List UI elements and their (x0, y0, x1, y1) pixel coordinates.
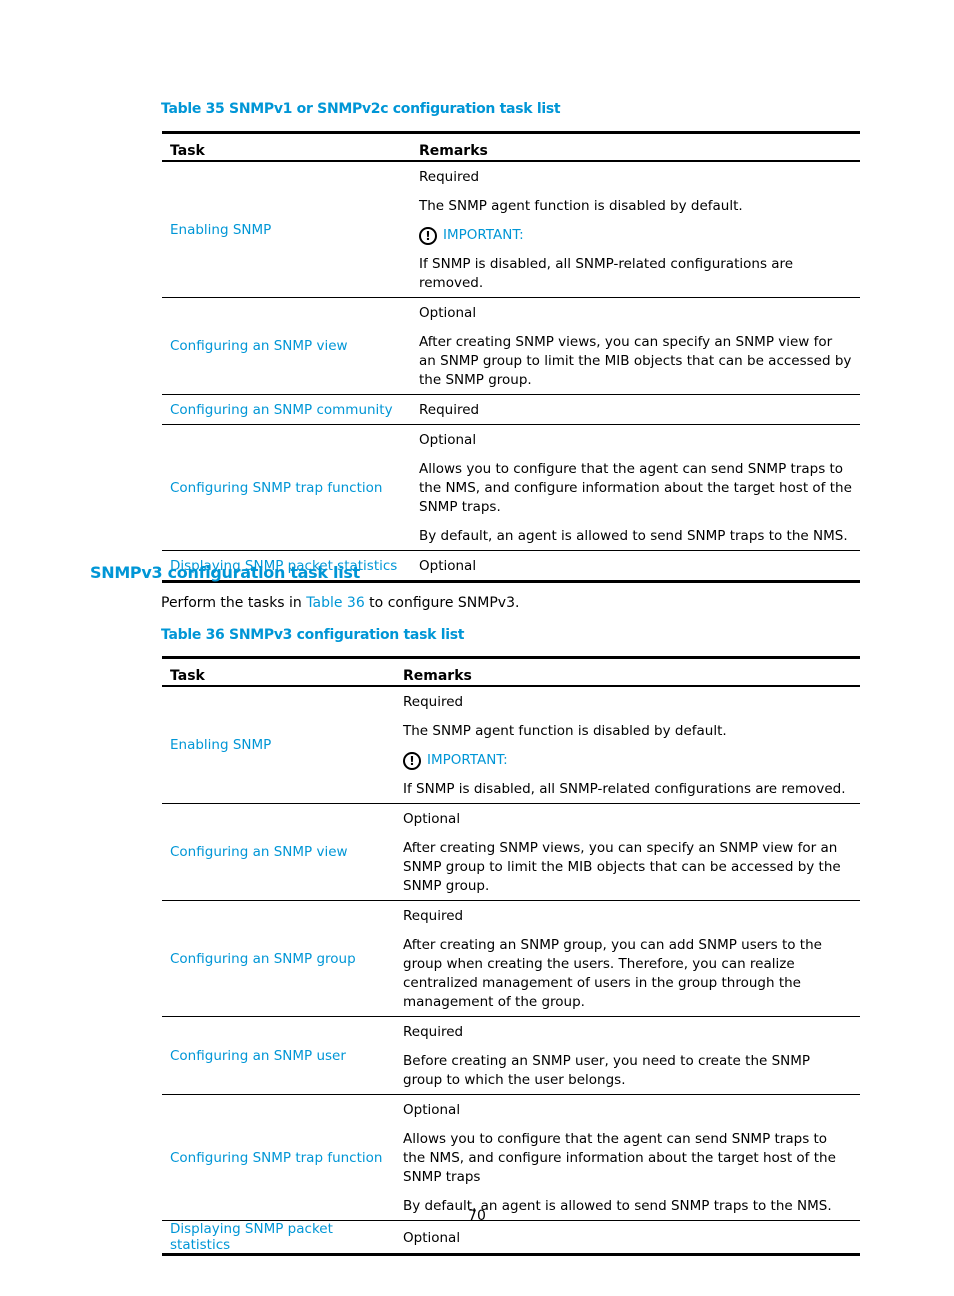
important-text: If SNMP is disabled, all SNMP-related co… (419, 256, 794, 291)
remark-text: Optional (419, 432, 477, 448)
remark-text: Required (403, 908, 464, 924)
table-row: Configuring SNMP trap function Optional … (162, 424, 860, 551)
important-label: IMPORTANT: (427, 752, 508, 768)
remark-text: Required (419, 169, 480, 185)
table-36-caption: Table 36 SNMPv3 configuration task list (161, 627, 465, 643)
important-icon: ! (403, 751, 421, 770)
table-row: Enabling SNMP Required The SNMP agent fu… (162, 161, 860, 298)
remark-text: Optional (403, 1102, 461, 1118)
task-link-snmp-view[interactable]: Configuring an SNMP view (170, 338, 348, 354)
remark-text: Optional (419, 305, 477, 321)
remark-text: Required (403, 1024, 464, 1040)
table-row: Configuring an SNMP view Optional After … (162, 803, 860, 901)
important-text: If SNMP is disabled, all SNMP-related co… (403, 781, 846, 797)
table-36: Task Remarks Enabling SNMP Required The … (162, 656, 860, 1256)
remark-text: Allows you to configure that the agent c… (419, 461, 852, 515)
task-link-snmp-trap[interactable]: Configuring SNMP trap function (170, 1150, 382, 1166)
remark-text: After creating an SNMP group, you can ad… (403, 937, 822, 1010)
header-task: Task (162, 131, 411, 162)
remark-text: Optional (419, 558, 477, 574)
remark-text: The SNMP agent function is disabled by d… (419, 198, 743, 214)
remark-text: Optional (403, 1229, 461, 1246)
paragraph-text: Perform the tasks in (161, 595, 307, 611)
header-task: Task (162, 656, 395, 687)
table-row: Configuring an SNMP view Optional After … (162, 297, 860, 395)
section-paragraph: Perform the tasks in Table 36 to configu… (161, 595, 519, 611)
important-label: IMPORTANT: (443, 227, 524, 243)
table-row: Configuring SNMP trap function Optional … (162, 1094, 860, 1221)
table-row: Displaying SNMP packet statistics Option… (162, 1220, 860, 1256)
task-link-snmp-user[interactable]: Configuring an SNMP user (170, 1048, 346, 1064)
remark-text: After creating SNMP views, you can speci… (419, 334, 852, 388)
table-row: Configuring an SNMP group Required After… (162, 900, 860, 1017)
task-link-snmp-community[interactable]: Configuring an SNMP community (170, 402, 393, 418)
section-heading: SNMPv3 configuration task list (90, 563, 360, 582)
task-link-snmp-trap[interactable]: Configuring SNMP trap function (170, 480, 382, 496)
table-36-link[interactable]: Table 36 (306, 595, 364, 611)
remark-text: After creating SNMP views, you can speci… (403, 840, 841, 894)
paragraph-text: to configure SNMPv3. (364, 595, 520, 611)
header-remarks: Remarks (411, 131, 860, 162)
table-row: Configuring an SNMP community Required (162, 394, 860, 425)
table-row: Configuring an SNMP user Required Before… (162, 1016, 860, 1095)
remark-text: Allows you to configure that the agent c… (403, 1131, 836, 1185)
remark-text: Optional (403, 811, 461, 827)
page-number: 70 (468, 1208, 486, 1224)
remark-text: Required (419, 402, 480, 418)
task-link-enabling-snmp[interactable]: Enabling SNMP (170, 737, 271, 753)
task-link-enabling-snmp[interactable]: Enabling SNMP (170, 222, 271, 238)
important-icon: ! (419, 226, 437, 245)
remark-text: By default, an agent is allowed to send … (419, 528, 848, 544)
remark-text: Before creating an SNMP user, you need t… (403, 1053, 811, 1088)
table-row: Enabling SNMP Required The SNMP agent fu… (162, 686, 860, 804)
header-remarks: Remarks (395, 656, 860, 687)
table-35-caption: Table 35 SNMPv1 or SNMPv2c configuration… (161, 101, 561, 117)
remark-text: The SNMP agent function is disabled by d… (403, 723, 727, 739)
task-link-snmp-statistics[interactable]: Displaying SNMP packet statistics (170, 1221, 333, 1253)
table-35: Task Remarks Enabling SNMP Required The … (162, 131, 860, 583)
task-link-snmp-group[interactable]: Configuring an SNMP group (170, 951, 356, 967)
remark-text: Required (403, 694, 464, 710)
task-link-snmp-view[interactable]: Configuring an SNMP view (170, 844, 348, 860)
